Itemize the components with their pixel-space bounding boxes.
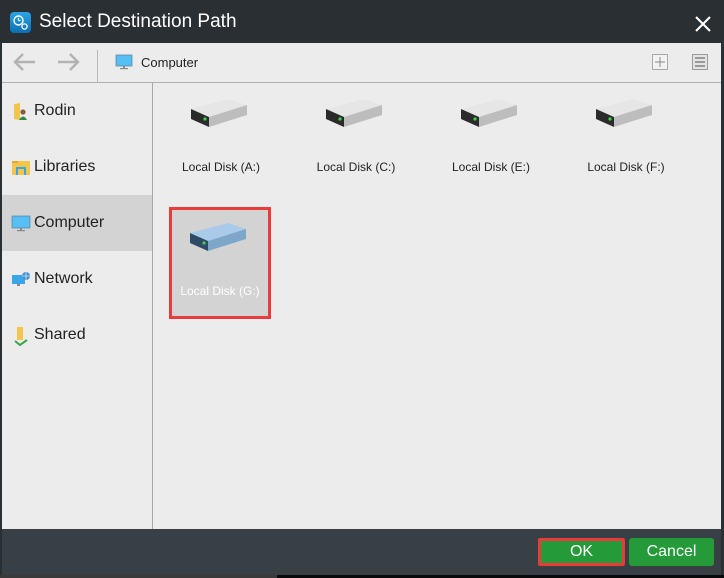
close-icon[interactable] [692,13,714,35]
toolbar: Computer [2,43,721,83]
hard-drive-icon [326,99,382,127]
select-destination-dialog: Select Destination Path Computer Rodin L… [0,0,724,575]
sidebar-item-label: Shared [34,326,86,343]
computer-monitor-icon [115,54,133,75]
shared-folder-icon [11,326,31,347]
hard-drive-icon [461,99,517,127]
sidebar-item-label: Network [34,270,93,287]
cancel-button[interactable]: Cancel [629,538,714,566]
drive-list: Local Disk (A:) Local Disk (C:) Local Di… [153,83,721,529]
sidebar-item-label: Computer [34,214,105,231]
sidebar: Rodin Libraries Computer Network Shared [2,83,153,529]
computer-monitor-icon [11,214,31,234]
hard-drive-icon [190,223,246,251]
sidebar-item-computer[interactable]: Computer [2,195,152,251]
drive-item-e[interactable]: Local Disk (E:) [440,83,542,195]
libraries-icon [11,158,31,178]
plus-icon[interactable] [652,54,668,70]
sidebar-item-shared[interactable]: Shared [2,307,152,363]
forward-button[interactable] [55,52,81,72]
drive-label: Local Disk (F:) [587,160,665,174]
hard-drive-icon [596,99,652,127]
app-icon [10,12,31,33]
network-icon [11,270,31,290]
dialog-footer: OK Cancel [2,529,721,575]
arrow-right-icon [58,53,80,71]
drive-item-a[interactable]: Local Disk (A:) [170,83,272,195]
sidebar-item-rodin[interactable]: Rodin [2,83,152,139]
sidebar-item-label: Libraries [34,158,96,175]
breadcrumb-computer[interactable]: Computer [141,55,198,70]
list-view-icon[interactable] [692,54,708,70]
drive-label: Local Disk (A:) [181,160,261,174]
drive-label: Local Disk (C:) [316,160,396,174]
sidebar-item-libraries[interactable]: Libraries [2,139,152,195]
sidebar-item-label: Rodin [34,102,76,119]
arrow-left-icon [13,53,35,71]
user-folder-icon [11,102,31,122]
back-button[interactable] [12,52,38,72]
title-bar: Select Destination Path [0,3,724,43]
toolbar-divider [97,50,98,82]
sidebar-item-network[interactable]: Network [2,251,152,307]
drive-label: Local Disk (G:) [180,284,260,298]
drive-label: Local Disk (E:) [451,160,531,174]
drive-item-g[interactable]: Local Disk (G:) [169,207,271,319]
hard-drive-icon [191,99,247,127]
drive-item-c[interactable]: Local Disk (C:) [305,83,407,195]
drive-item-f[interactable]: Local Disk (F:) [575,83,677,195]
ok-button[interactable]: OK [538,538,625,566]
dialog-title: Select Destination Path [39,11,237,32]
